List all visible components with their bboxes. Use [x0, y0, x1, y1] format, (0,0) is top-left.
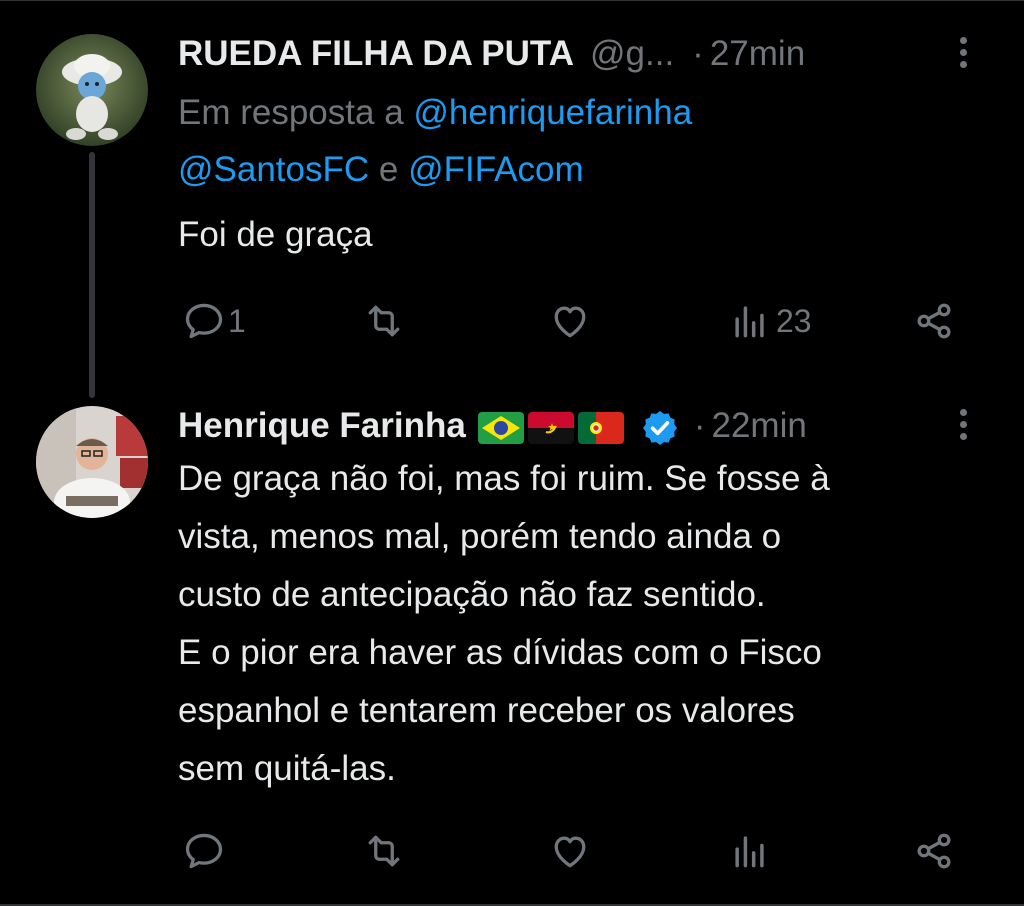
reply-button[interactable]: [182, 826, 226, 876]
like-icon: [554, 836, 586, 868]
avatar[interactable]: [36, 34, 148, 146]
tweet-text-line: vista, menos mal, porém tendo ainda o: [178, 517, 782, 556]
retweet-button[interactable]: [362, 296, 406, 346]
author-name[interactable]: Henrique Farinha: [178, 406, 466, 446]
reply-conjunction: e: [378, 150, 399, 189]
views-count: 23: [776, 302, 812, 339]
reply-context: Em resposta a @henriquefarinha @SantosFC…: [178, 84, 978, 198]
action-bar: [178, 826, 958, 876]
separator: ·: [693, 406, 706, 445]
reply-icon: [185, 833, 223, 869]
mention-fifacom[interactable]: @FIFAcom: [408, 150, 584, 189]
tweet-text-line: custo de antecipação não faz sentido.: [178, 575, 766, 614]
reply-icon: [185, 303, 223, 339]
like-button[interactable]: [548, 826, 592, 876]
retweet-icon: [368, 305, 400, 337]
like-button[interactable]: [548, 296, 592, 346]
more-options-icon[interactable]: [948, 402, 978, 446]
like-icon: [554, 306, 586, 338]
more-options-icon[interactable]: [948, 30, 978, 74]
author-handle[interactable]: @g...: [590, 34, 674, 74]
retweet-button[interactable]: [362, 826, 406, 876]
name-flags: [477, 412, 624, 444]
angola-flag-icon: [527, 412, 574, 444]
tweet-text-line: De graça não foi, mas foi ruim. Se fosse…: [178, 459, 830, 498]
separator: ·: [692, 34, 704, 73]
tweet-text-line: E o pior era haver as dívidas com o Fisc…: [178, 633, 822, 672]
share-button[interactable]: [912, 296, 956, 346]
brazil-flag-icon: [477, 412, 524, 444]
smurf-avatar-image: [36, 34, 148, 146]
timestamp[interactable]: 27min: [710, 34, 805, 74]
tweet-main[interactable]: Henrique Farinha · 22min De graça não fo…: [0, 390, 1024, 906]
views-icon: [735, 836, 764, 868]
tweet-header: Henrique Farinha · 22min: [178, 406, 978, 450]
tweet-header: RUEDA FILHA DA PUTA @g... · 27min: [178, 34, 978, 78]
views-button[interactable]: [728, 826, 772, 876]
tweet-reply[interactable]: RUEDA FILHA DA PUTA @g... · 27min Em res…: [0, 0, 1024, 398]
tweet-text-line: espanhol e tentarem receber os valores: [178, 691, 795, 730]
views-icon: [735, 306, 764, 338]
mention-henriquefarinha[interactable]: @henriquefarinha: [413, 93, 692, 132]
portugal-flag-icon: [577, 412, 624, 444]
author-name[interactable]: RUEDA FILHA DA PUTA: [178, 34, 574, 74]
tweet-text: De graça não foi, mas foi ruim. Se fosse…: [178, 450, 978, 798]
mention-santosfc[interactable]: @SantosFC: [178, 150, 369, 189]
share-button[interactable]: [912, 826, 956, 876]
timestamp[interactable]: 22min: [711, 406, 806, 446]
tweet-text-line: sem quitá-las.: [178, 749, 396, 788]
share-icon: [917, 303, 951, 339]
reply-count: 1: [228, 302, 246, 339]
verified-badge-icon[interactable]: [640, 408, 680, 448]
action-bar: 1 23: [178, 296, 958, 346]
retweet-icon: [368, 835, 400, 867]
avatar[interactable]: [36, 406, 148, 518]
reply-prefix: Em resposta a: [178, 93, 404, 132]
share-icon: [917, 833, 951, 869]
profile-photo-image: [36, 406, 148, 518]
views-button[interactable]: 23: [728, 296, 812, 346]
reply-button[interactable]: 1: [182, 296, 246, 346]
tweet-text: Foi de graça: [178, 215, 373, 254]
thread-connector-line: [89, 152, 95, 398]
